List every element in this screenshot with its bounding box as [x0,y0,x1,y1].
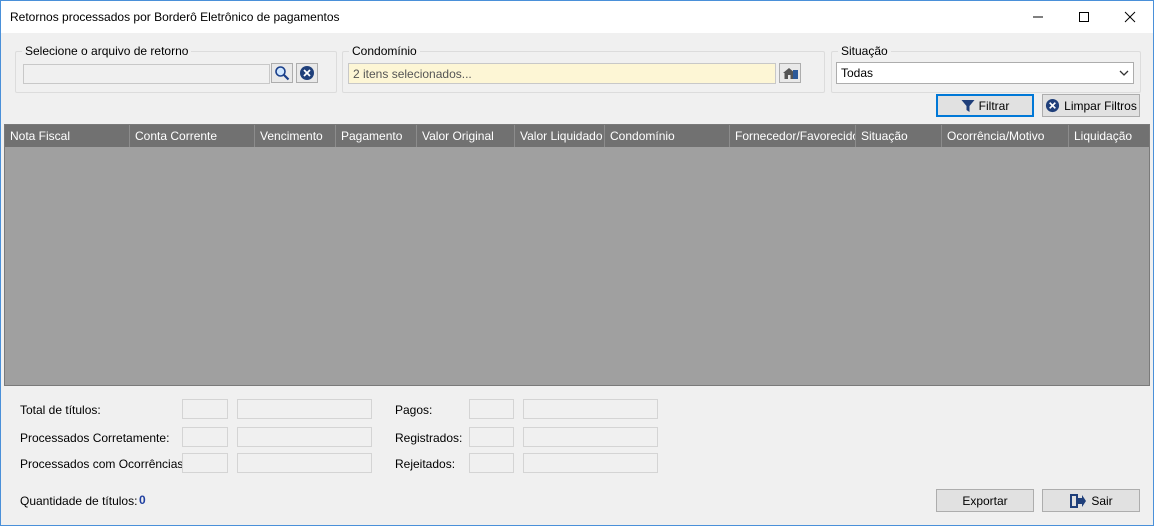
close-icon [1124,11,1136,23]
minimize-icon [1033,16,1043,18]
total-titulos-label: Total de títulos: [20,403,101,417]
title-bar: Retornos processados por Borderô Eletrôn… [1,1,1153,33]
column-header[interactable]: Liquidação [1069,125,1149,147]
column-header[interactable]: Valor Original [417,125,515,147]
situacao-select[interactable]: Todas [836,62,1134,84]
pagos-count [469,399,514,419]
close-window-button[interactable] [1107,1,1153,33]
pagos-label: Pagos: [395,403,433,417]
arquivo-legend: Selecione o arquivo de retorno [25,44,189,58]
exportar-button[interactable]: Exportar [936,489,1034,512]
exit-icon [1070,493,1087,508]
exportar-label: Exportar [962,493,1008,508]
clear-file-button[interactable] [296,63,318,83]
column-header[interactable]: Pagamento [336,125,417,147]
search-file-button[interactable] [271,63,293,83]
column-header[interactable]: Ocorrência/Motivo [942,125,1069,147]
maximize-icon [1079,12,1089,22]
total-titulos-count [182,399,228,419]
window-title: Retornos processados por Borderô Eletrôn… [10,10,340,24]
limpar-filtros-button[interactable]: Limpar Filtros [1042,94,1140,117]
column-header[interactable]: Situação [856,125,942,147]
limpar-filtros-label: Limpar Filtros [1064,98,1137,113]
sair-button[interactable]: Sair [1042,489,1140,512]
registrados-label: Registrados: [395,431,463,445]
chevron-down-icon [1119,70,1129,76]
total-titulos-value [237,399,372,419]
sair-label: Sair [1091,493,1113,508]
processados-ocorrencias-label: Processados com Ocorrências: [20,457,187,471]
clear-icon [1046,98,1060,113]
column-header[interactable]: Nota Fiscal [5,125,130,147]
rejeitados-value [523,453,658,473]
results-grid[interactable]: Nota Fiscal Conta Corrente Vencimento Pa… [4,124,1150,386]
processados-ocorrencias-count [182,453,228,473]
processados-corretamente-value [237,427,372,447]
column-header[interactable]: Conta Corrente [130,125,255,147]
column-header[interactable]: Valor Liquidado [515,125,605,147]
minimize-button[interactable] [1015,1,1061,33]
building-icon [783,68,798,79]
condominio-legend: Condomínio [352,44,417,58]
grid-header: Nota Fiscal Conta Corrente Vencimento Pa… [5,125,1149,147]
quantidade-titulos-value: 0 [139,493,146,507]
pagos-value [523,399,658,419]
filter-icon [961,99,975,112]
processados-ocorrencias-value [237,453,372,473]
column-header[interactable]: Fornecedor/Favorecido [730,125,856,147]
maximize-button[interactable] [1061,1,1107,33]
clear-icon [300,66,314,80]
processados-corretamente-count [182,427,228,447]
registrados-value [523,427,658,447]
filtrar-label: Filtrar [978,98,1010,113]
rejeitados-label: Rejeitados: [395,457,456,471]
rejeitados-count [469,453,514,473]
situacao-legend: Situação [841,44,888,58]
arquivo-input[interactable] [23,64,270,84]
situacao-value: Todas [841,66,874,80]
column-header[interactable]: Condomínio [605,125,730,147]
registrados-count [469,427,514,447]
filtrar-button[interactable]: Filtrar [936,94,1034,117]
condominio-select-button[interactable] [779,63,801,83]
quantidade-titulos-label: Quantidade de títulos: [20,494,138,508]
condominio-input[interactable]: 2 itens selecionados... [348,63,776,84]
window: Retornos processados por Borderô Eletrôn… [0,0,1154,526]
search-icon [275,66,290,81]
column-header[interactable]: Vencimento [255,125,336,147]
processados-corretamente-label: Processados Corretamente: [20,431,170,445]
